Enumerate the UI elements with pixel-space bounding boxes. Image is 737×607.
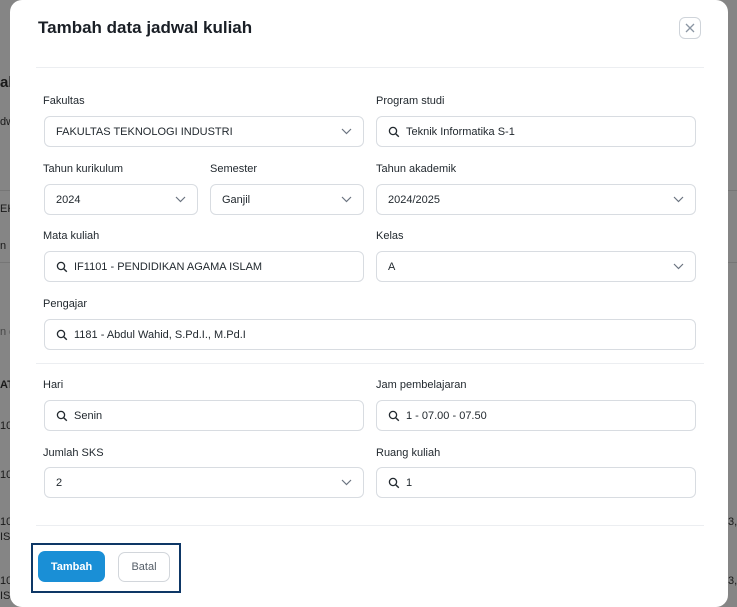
mata-kuliah-label: Mata kuliah — [43, 230, 100, 242]
chevron-down-icon — [672, 194, 684, 206]
jam-pembelajaran-label: Jam pembelajaran — [376, 379, 467, 391]
jam-pembelajaran-value: 1 - 07.00 - 07.50 — [406, 409, 487, 422]
batal-button[interactable]: Batal — [118, 552, 170, 582]
mata-kuliah-value: IF1101 - PENDIDIKAN AGAMA ISLAM — [74, 260, 263, 273]
chevron-down-icon — [672, 261, 684, 273]
add-schedule-modal: Tambah data jadwal kuliah Fakultas FAKUL… — [10, 0, 728, 607]
semester-value: Ganjil — [222, 193, 251, 206]
fakultas-label: Fakultas — [43, 95, 85, 107]
program-studi-search-field[interactable]: Teknik Informatika S-1 — [376, 116, 696, 147]
program-studi-value: Teknik Informatika S-1 — [406, 125, 515, 138]
modal-title: Tambah data jadwal kuliah — [38, 18, 253, 37]
kelas-label: Kelas — [376, 230, 404, 242]
chevron-down-icon — [174, 194, 186, 206]
chevron-down-icon — [340, 126, 352, 138]
search-icon — [388, 410, 400, 422]
pengajar-label: Pengajar — [43, 298, 88, 310]
pengajar-value: 1181 - Abdul Wahid, S.Pd.I., M.Pd.I — [74, 328, 246, 341]
hari-search-field[interactable]: Senin — [44, 400, 364, 431]
jumlah-sks-select[interactable]: 2 — [44, 467, 364, 498]
close-button[interactable] — [679, 17, 701, 39]
tambah-button[interactable]: Tambah — [38, 551, 105, 582]
header-divider — [36, 67, 704, 68]
mata-kuliah-search-field[interactable]: IF1101 - PENDIDIKAN AGAMA ISLAM — [44, 251, 364, 282]
jam-pembelajaran-search-field[interactable]: 1 - 07.00 - 07.50 — [376, 400, 696, 431]
tahun-akademik-select[interactable]: 2024/2025 — [376, 184, 696, 215]
chevron-down-icon — [340, 477, 352, 489]
tahun-akademik-label: Tahun akademik — [376, 163, 457, 175]
footer-divider — [36, 525, 704, 526]
jumlah-sks-label: Jumlah SKS — [43, 447, 104, 459]
kelas-select[interactable]: A — [376, 251, 696, 282]
tahun-akademik-value: 2024/2025 — [388, 193, 440, 206]
fakultas-select[interactable]: FAKULTAS TEKNOLOGI INDUSTRI — [44, 116, 364, 147]
close-icon — [685, 21, 695, 36]
program-studi-label: Program studi — [376, 95, 445, 107]
search-icon — [56, 410, 68, 422]
search-icon — [56, 261, 68, 273]
tahun-kurikulum-label: Tahun kurikulum — [43, 163, 124, 175]
section-divider — [36, 363, 704, 364]
semester-select[interactable]: Ganjil — [210, 184, 364, 215]
ruang-kuliah-label: Ruang kuliah — [376, 447, 441, 459]
tahun-kurikulum-value: 2024 — [56, 193, 81, 206]
search-icon — [56, 329, 68, 341]
jumlah-sks-value: 2 — [56, 476, 63, 489]
ruang-kuliah-search-field[interactable]: 1 — [376, 467, 696, 498]
pengajar-search-field[interactable]: 1181 - Abdul Wahid, S.Pd.I., M.Pd.I — [44, 319, 696, 350]
chevron-down-icon — [340, 194, 352, 206]
kelas-value: A — [388, 260, 396, 273]
ruang-kuliah-value: 1 — [406, 476, 413, 489]
hari-value: Senin — [74, 409, 103, 422]
search-icon — [388, 126, 400, 138]
semester-label: Semester — [210, 163, 258, 175]
search-icon — [388, 477, 400, 489]
fakultas-value: FAKULTAS TEKNOLOGI INDUSTRI — [56, 125, 233, 138]
tahun-kurikulum-select[interactable]: 2024 — [44, 184, 198, 215]
hari-label: Hari — [43, 379, 64, 391]
